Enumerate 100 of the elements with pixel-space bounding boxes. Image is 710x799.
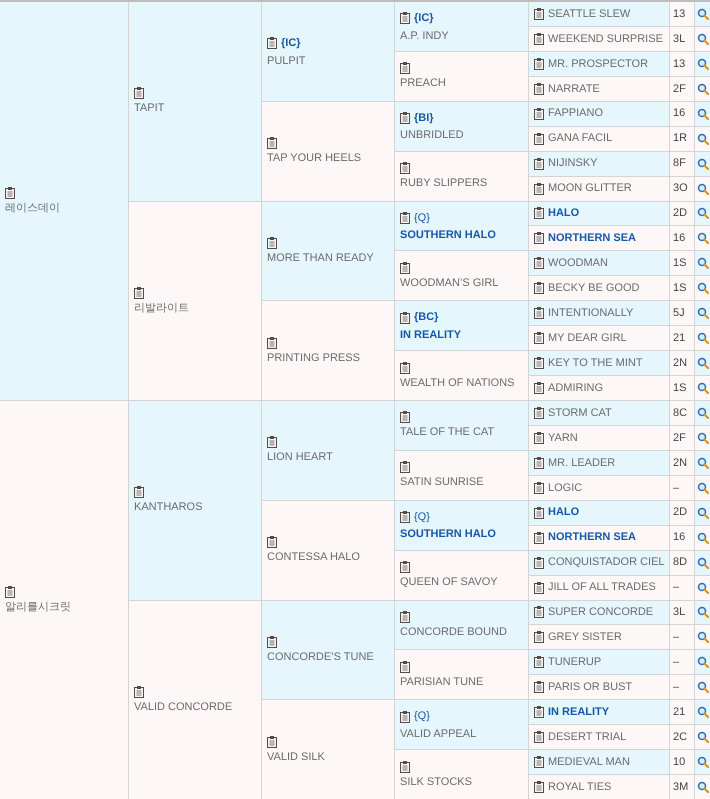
clipboard-icon[interactable] <box>400 162 410 174</box>
clipboard-icon[interactable] <box>534 482 544 494</box>
clipboard-icon[interactable] <box>534 656 544 668</box>
search-icon[interactable] <box>696 656 708 668</box>
clipboard-icon[interactable] <box>534 631 544 644</box>
clipboard-icon[interactable] <box>267 137 277 150</box>
search-icon[interactable] <box>696 681 708 694</box>
clipboard-icon[interactable] <box>534 406 544 419</box>
search-icon[interactable] <box>696 706 708 718</box>
clipboard-icon[interactable] <box>267 336 277 349</box>
clipboard-icon[interactable] <box>134 486 144 498</box>
horse-name[interactable]: MORE THAN READY <box>267 250 389 265</box>
search-icon[interactable] <box>696 232 708 244</box>
clipboard-icon[interactable] <box>534 332 544 344</box>
search-icon[interactable] <box>696 332 708 344</box>
horse-name[interactable]: IN REALITY <box>400 328 523 342</box>
clipboard-icon[interactable] <box>400 660 410 673</box>
horse-name[interactable]: CONTESSA HALO <box>267 550 389 564</box>
clipboard-icon[interactable] <box>400 212 410 224</box>
horse-name[interactable]: VALID CONCORDE <box>134 700 256 714</box>
clipboard-icon[interactable] <box>534 556 544 569</box>
clipboard-icon[interactable] <box>134 686 144 698</box>
clipboard-icon[interactable] <box>267 636 277 648</box>
horse-name[interactable]: A.P. INDY <box>400 28 523 43</box>
search-icon[interactable] <box>696 257 708 270</box>
clipboard-icon[interactable] <box>400 12 410 24</box>
search-icon[interactable] <box>696 582 708 594</box>
horse-name[interactable]: 알리를시크릿 <box>5 600 123 614</box>
search-icon[interactable] <box>696 357 708 370</box>
horse-name[interactable]: TAP YOUR HEELS <box>267 151 389 166</box>
clipboard-icon[interactable] <box>534 58 544 70</box>
clipboard-icon[interactable] <box>534 432 544 444</box>
search-icon[interactable] <box>696 631 708 644</box>
clipboard-icon[interactable] <box>267 536 277 548</box>
clipboard-icon[interactable] <box>267 37 277 50</box>
clipboard-icon[interactable] <box>267 736 277 748</box>
horse-name[interactable]: 리발라이트 <box>134 300 256 315</box>
search-icon[interactable] <box>696 8 708 20</box>
clipboard-icon[interactable] <box>534 8 544 20</box>
search-icon[interactable] <box>696 606 708 618</box>
clipboard-icon[interactable] <box>134 87 144 100</box>
clipboard-icon[interactable] <box>534 532 544 544</box>
clipboard-icon[interactable] <box>400 112 410 124</box>
clipboard-icon[interactable] <box>400 760 410 773</box>
horse-name[interactable]: PRINTING PRESS <box>267 350 389 365</box>
horse-name[interactable]: LOGIC <box>548 480 582 496</box>
clipboard-icon[interactable] <box>400 561 410 574</box>
clipboard-icon[interactable] <box>534 681 544 694</box>
search-icon[interactable] <box>696 307 708 320</box>
clipboard-icon[interactable] <box>534 781 544 794</box>
clipboard-icon[interactable] <box>534 606 544 618</box>
search-icon[interactable] <box>696 532 708 544</box>
clipboard-icon[interactable] <box>400 511 410 524</box>
clipboard-icon[interactable] <box>400 262 410 274</box>
clipboard-icon[interactable] <box>534 282 544 294</box>
search-icon[interactable] <box>696 406 708 419</box>
search-icon[interactable] <box>696 482 708 494</box>
clipboard-icon[interactable] <box>534 232 544 244</box>
horse-name[interactable]: 레이스데이 <box>5 201 123 215</box>
clipboard-icon[interactable] <box>534 82 544 95</box>
clipboard-icon[interactable] <box>534 582 544 594</box>
search-icon[interactable] <box>696 382 708 394</box>
clipboard-icon[interactable] <box>534 756 544 768</box>
clipboard-icon[interactable] <box>534 207 544 220</box>
search-icon[interactable] <box>696 207 708 220</box>
horse-name[interactable]: HALO <box>548 205 580 222</box>
clipboard-icon[interactable] <box>400 710 410 723</box>
clipboard-icon[interactable] <box>534 382 544 394</box>
clipboard-icon[interactable] <box>400 610 410 623</box>
horse-name[interactable]: KANTHAROS <box>134 500 256 514</box>
horse-name[interactable]: HALO <box>548 504 580 521</box>
search-icon[interactable] <box>696 506 708 519</box>
clipboard-icon[interactable] <box>534 456 544 469</box>
clipboard-icon[interactable] <box>134 286 144 299</box>
clipboard-icon[interactable] <box>5 187 15 199</box>
horse-name[interactable]: TAPIT <box>134 101 256 116</box>
clipboard-icon[interactable] <box>400 411 410 424</box>
horse-name[interactable]: VALID APPEAL <box>400 726 523 741</box>
search-icon[interactable] <box>696 182 708 195</box>
clipboard-icon[interactable] <box>534 32 544 45</box>
search-icon[interactable] <box>696 32 708 45</box>
clipboard-icon[interactable] <box>534 706 544 718</box>
clipboard-icon[interactable] <box>400 312 410 324</box>
clipboard-icon[interactable] <box>534 731 544 744</box>
clipboard-icon[interactable] <box>534 108 544 120</box>
clipboard-icon[interactable] <box>400 461 410 474</box>
clipboard-icon[interactable] <box>267 436 277 448</box>
search-icon[interactable] <box>696 108 708 120</box>
search-icon[interactable] <box>696 556 708 569</box>
search-icon[interactable] <box>696 731 708 744</box>
horse-name[interactable]: LION HEART <box>267 450 389 464</box>
search-icon[interactable] <box>696 432 708 444</box>
horse-name[interactable]: SOUTHERN HALO <box>400 228 523 242</box>
horse-name[interactable]: SOUTHERN HALO <box>400 527 523 542</box>
horse-name[interactable]: YARN <box>548 430 578 446</box>
clipboard-icon[interactable] <box>534 357 544 370</box>
horse-name[interactable]: PULPIT <box>267 54 389 68</box>
horse-name[interactable]: VALID SILK <box>267 750 389 764</box>
search-icon[interactable] <box>696 781 708 794</box>
search-icon[interactable] <box>696 282 708 294</box>
